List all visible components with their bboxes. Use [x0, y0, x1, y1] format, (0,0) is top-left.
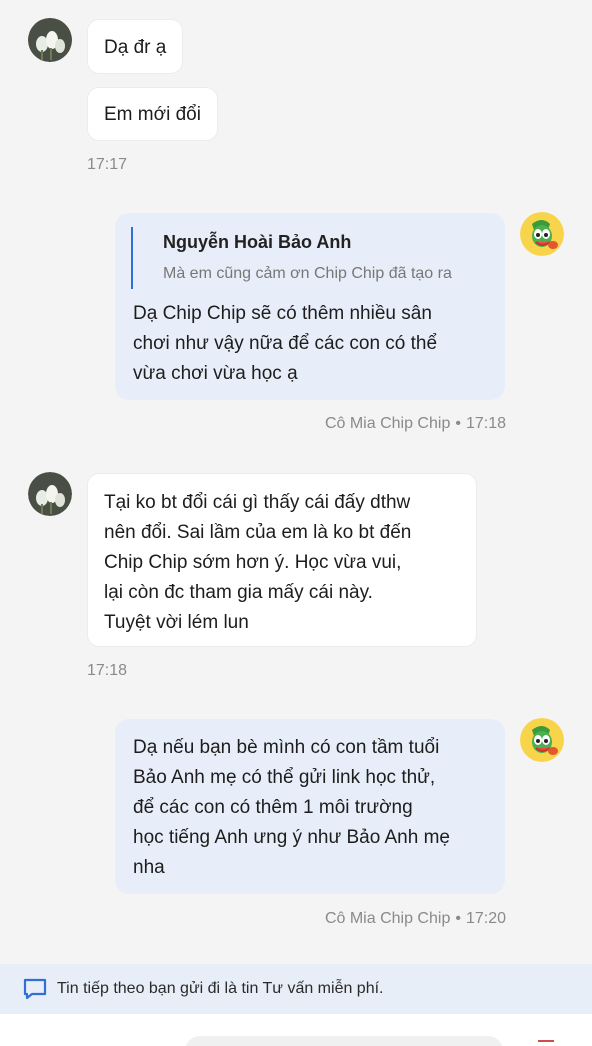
- message-line: chơi như vậy nữa để các con có thể: [133, 333, 438, 354]
- message-line: để các con có thêm 1 môi trường: [133, 797, 413, 818]
- consultation-notice: Tin tiếp theo bạn gửi đi là tin Tư vấn m…: [0, 964, 592, 1014]
- message-line: Dạ Chip Chip sẽ có thêm nhiều sân: [133, 303, 432, 324]
- message-timestamp: 17:18: [87, 662, 128, 679]
- message-timestamp: 17:20: [465, 910, 506, 927]
- contact-avatar[interactable]: [28, 472, 72, 516]
- message-line: Tại ko bt đổi cái gì thấy cái đấy dthw: [104, 492, 411, 513]
- notice-text: Tin tiếp theo bạn gửi đi là tin Tư vấn m…: [57, 980, 384, 997]
- message-bubble-incoming[interactable]: Em mới đổi: [87, 87, 218, 141]
- sender-name: Cô Mia Chip Chip: [324, 910, 451, 927]
- message-bubble-outgoing[interactable]: Dạ nếu bạn bè mình có con tầm tuổi Bảo A…: [115, 719, 505, 894]
- message-line: Dạ nếu bạn bè mình có con tầm tuổi: [133, 737, 440, 758]
- message-line: Bảo Anh mẹ có thể gửi link học thử,: [133, 767, 436, 788]
- message-line: Chip Chip sớm hơn ý. Học vừa vui,: [104, 552, 402, 573]
- message-line: vừa chơi vừa học ạ: [133, 363, 298, 384]
- quote-author: Nguyễn Hoài Bảo Anh: [163, 232, 352, 252]
- message-timestamp: 17:17: [87, 156, 128, 173]
- message-line: học tiếng Anh ưng ý như Bảo Anh mẹ: [133, 827, 450, 848]
- message-body: Dạ Chip Chip sẽ có thêm nhiều sân chơi n…: [115, 299, 505, 389]
- quote-bar: [131, 227, 133, 289]
- message-line: nên đổi. Sai lầm của em là ko bt đến: [104, 522, 412, 543]
- composer-bar: [0, 1014, 592, 1046]
- contact-avatar[interactable]: [28, 18, 72, 62]
- message-bubble-outgoing[interactable]: Nguyễn Hoài Bảo Anh Mà em cũng cảm ơn Ch…: [115, 213, 505, 400]
- message-meta: Cô Mia Chip Chip • 17:18: [325, 415, 506, 433]
- chat-history[interactable]: Dạ đr ạ Em mới đổi 17:17 Nguyễn Hoài Bảo…: [0, 0, 592, 962]
- quoted-message[interactable]: Nguyễn Hoài Bảo Anh Mà em cũng cảm ơn Ch…: [115, 227, 505, 299]
- message-timestamp: 17:18: [465, 415, 506, 432]
- sender-name: Cô Mia Chip Chip: [324, 415, 451, 432]
- message-input[interactable]: [185, 1036, 503, 1046]
- message-line: lại còn đc tham gia mấy cái này.: [104, 582, 373, 603]
- quote-text: Mà em cũng cảm ơn Chip Chip đã tạo ra: [163, 265, 452, 282]
- message-line: nha: [133, 857, 165, 878]
- message-bubble-incoming[interactable]: Tại ko bt đổi cái gì thấy cái đấy dthw n…: [87, 473, 477, 647]
- chat-bubble-icon: [22, 977, 48, 1001]
- message-meta: Cô Mia Chip Chip • 17:20: [325, 910, 506, 928]
- message-bubble-incoming[interactable]: Dạ đr ạ: [87, 19, 184, 74]
- agent-avatar[interactable]: [520, 212, 564, 256]
- sticker-icon[interactable]: [538, 1040, 554, 1046]
- meta-separator: •: [455, 910, 461, 927]
- meta-separator: •: [455, 415, 461, 432]
- message-text: Em mới đổi: [104, 104, 201, 125]
- agent-avatar[interactable]: [520, 718, 564, 762]
- message-text: Dạ đr ạ: [104, 37, 167, 58]
- message-line: Tuyệt vời lém lun: [104, 612, 249, 633]
